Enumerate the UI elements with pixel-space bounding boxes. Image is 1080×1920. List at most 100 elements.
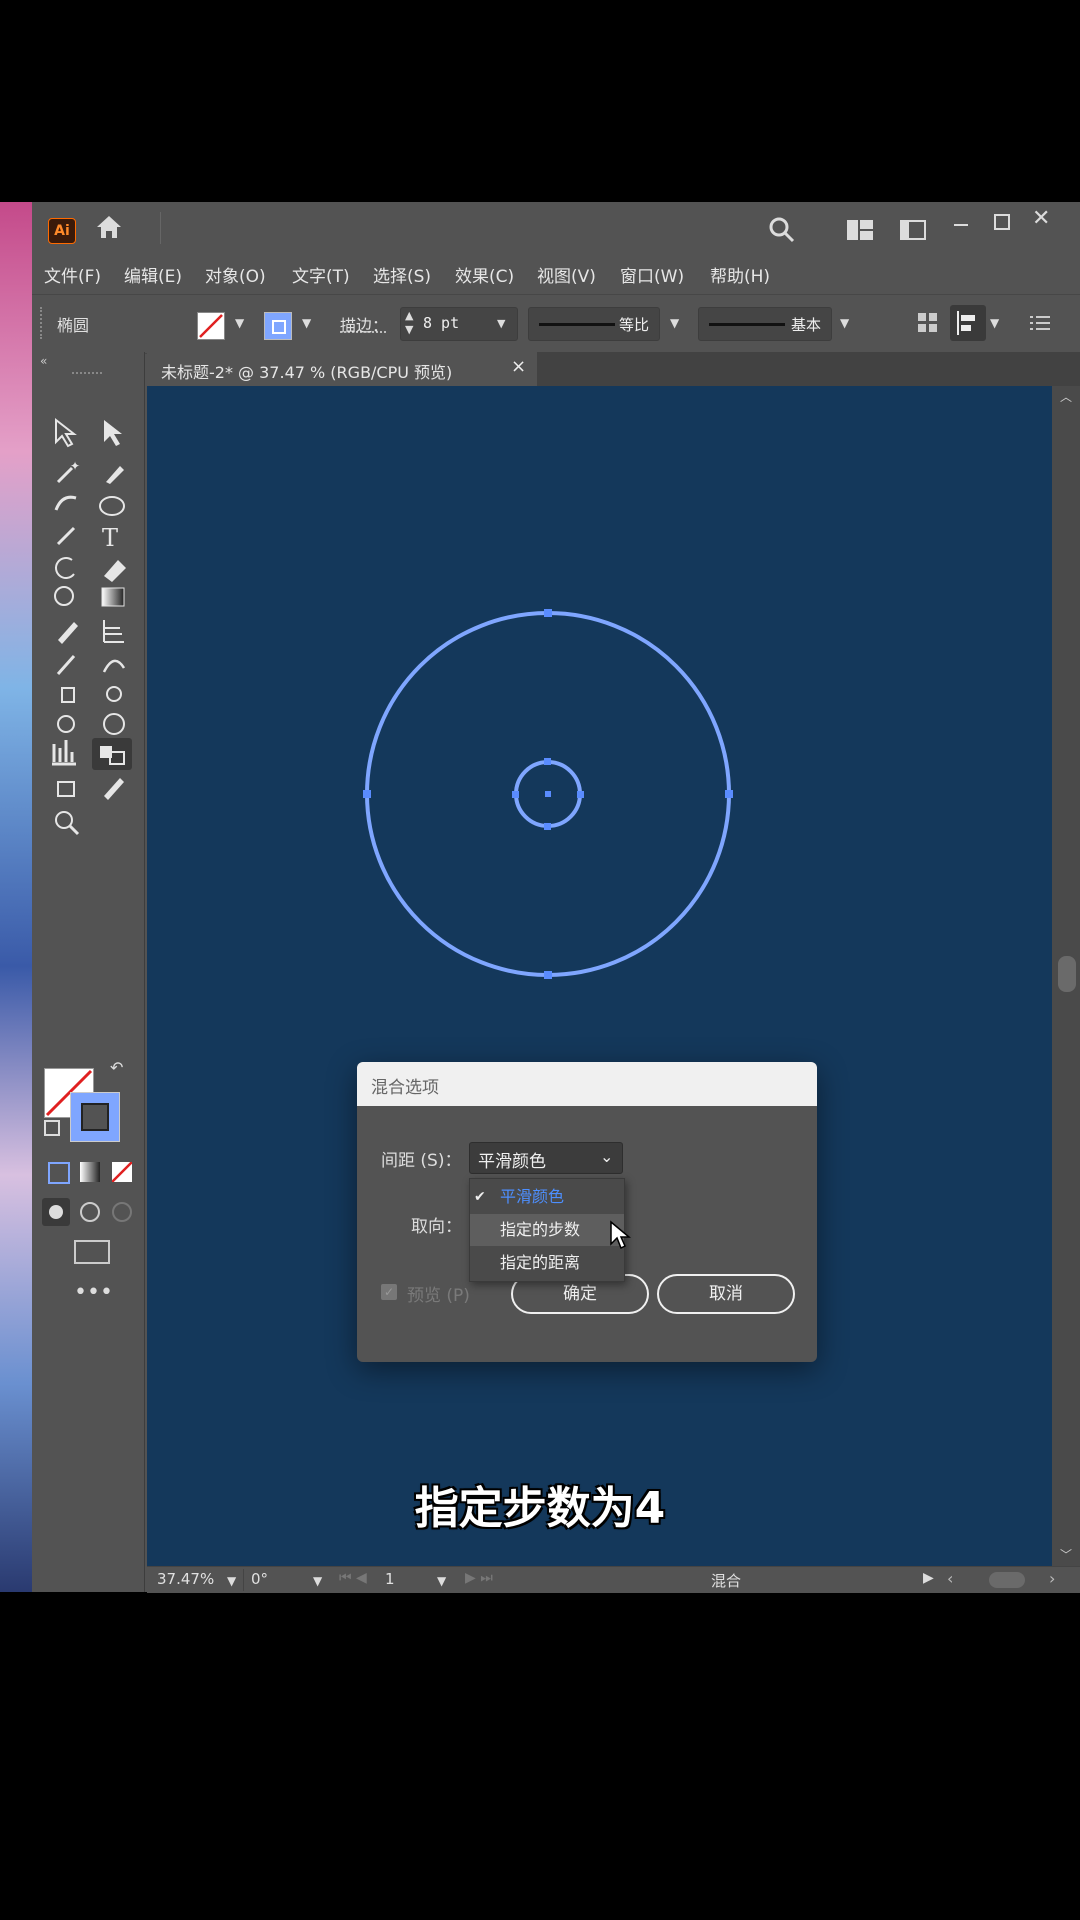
dialog-title: 混合选项 bbox=[371, 1078, 439, 1098]
chevron-down-icon[interactable]: ▼ bbox=[840, 316, 849, 330]
scroll-left-icon[interactable]: ‹ bbox=[947, 1569, 953, 1588]
zoom-level[interactable]: 37.47% bbox=[157, 1570, 214, 1588]
preview-checkbox[interactable]: ✓ bbox=[381, 1284, 397, 1300]
document-tab-bar: 未标题-2* @ 37.47 % (RGB/CPU 预览) × bbox=[147, 352, 1080, 386]
menu-object[interactable]: 对象(O) bbox=[205, 262, 266, 287]
option-label: 指定的距离 bbox=[500, 1253, 581, 1272]
grip-handle[interactable] bbox=[72, 372, 102, 378]
chevron-down-icon[interactable]: ▼ bbox=[302, 316, 311, 330]
document-tab[interactable]: 未标题-2* @ 37.47 % (RGB/CPU 预览) × bbox=[147, 352, 537, 386]
close-tab-icon[interactable]: × bbox=[511, 356, 526, 377]
status-bar: 37.47% ▼ 0° ▼ ⏮ ◀ 1 ▼ ▶ ⏭ 混合 ▶ ‹ › bbox=[147, 1566, 1080, 1593]
current-tool-name: 混合 bbox=[711, 1572, 742, 1590]
chevron-down-icon[interactable]: ▼ bbox=[670, 316, 679, 330]
cancel-button[interactable]: 取消 bbox=[657, 1274, 795, 1314]
menu-help[interactable]: 帮助(H) bbox=[710, 262, 770, 287]
artboard-canvas[interactable] bbox=[147, 386, 1052, 1566]
checkmark-icon: ✔ bbox=[474, 1189, 486, 1205]
mouse-cursor-icon bbox=[609, 1220, 632, 1254]
close-icon[interactable]: ✕ bbox=[1032, 206, 1050, 231]
divider bbox=[243, 1569, 244, 1591]
menu-edit[interactable]: 编辑(E) bbox=[124, 262, 182, 287]
chevron-down-icon[interactable]: ⌄ bbox=[600, 1147, 613, 1166]
search-icon[interactable] bbox=[768, 216, 796, 248]
option-smooth-color[interactable]: ✔ 平滑颜色 bbox=[470, 1181, 624, 1213]
svg-text:T: T bbox=[102, 524, 118, 552]
spacing-label: 间距 (S)： bbox=[381, 1151, 462, 1171]
chevron-down-icon[interactable]: ▼ bbox=[313, 1574, 322, 1588]
profile-label: 等比 bbox=[619, 316, 650, 334]
minimize-icon[interactable] bbox=[954, 224, 968, 226]
rotation-value[interactable]: 0° bbox=[251, 1570, 268, 1588]
spacing-dropdown-menu: ✔ 平滑颜色 指定的步数 指定的距离 bbox=[469, 1178, 625, 1282]
document-tab-title: 未标题-2* @ 37.47 % (RGB/CPU 预览) bbox=[161, 363, 453, 382]
menu-file[interactable]: 文件(F) bbox=[44, 262, 101, 287]
default-colors-icon[interactable] bbox=[44, 1120, 60, 1136]
grip-handle[interactable] bbox=[40, 307, 45, 339]
last-artboard-icon[interactable]: ▶ ⏭ bbox=[465, 1570, 493, 1586]
workspace-icon[interactable] bbox=[847, 220, 873, 244]
align-panel-icon[interactable] bbox=[950, 305, 986, 341]
menu-list-icon[interactable] bbox=[1030, 315, 1050, 335]
spacing-select[interactable]: 平滑颜色 ⌄ bbox=[469, 1142, 623, 1174]
brush-definition[interactable]: 基本 bbox=[698, 307, 832, 341]
control-bar: 椭圆 ▼ ▼ 描边： ▲ ▼ 8 pt ▼ 等比 ▼ 基本 ▼ ▼ bbox=[32, 294, 1080, 354]
chevron-down-icon[interactable]: ▼ bbox=[990, 316, 999, 330]
orientation-label: 取向： bbox=[411, 1217, 462, 1237]
option-label: 平滑颜色 bbox=[500, 1187, 565, 1206]
option-label: 指定的步数 bbox=[500, 1220, 581, 1239]
blend-options-dialog: 混合选项 间距 (S)： 平滑颜色 ⌄ 取向： ✓ 预览 (P) 确定 取消 ✔… bbox=[357, 1062, 817, 1362]
draw-behind-icon[interactable] bbox=[80, 1202, 100, 1222]
menu-effect[interactable]: 效果(C) bbox=[455, 262, 514, 287]
collapse-icon[interactable]: « bbox=[40, 354, 47, 368]
horizontal-scroll-thumb[interactable] bbox=[989, 1572, 1025, 1588]
variable-width-profile[interactable]: 等比 bbox=[528, 307, 660, 341]
scroll-down-icon[interactable]: ﹀ bbox=[1060, 1546, 1072, 1563]
scroll-right-icon[interactable]: › bbox=[1049, 1569, 1055, 1588]
chevron-down-icon[interactable]: ▼ bbox=[497, 317, 505, 330]
swap-icon[interactable]: ↶ bbox=[110, 1058, 123, 1077]
maximize-icon[interactable] bbox=[994, 214, 1010, 230]
draw-inside-icon[interactable] bbox=[112, 1202, 132, 1222]
menu-select[interactable]: 选择(S) bbox=[373, 262, 431, 287]
first-artboard-icon[interactable]: ⏮ ◀ bbox=[339, 1570, 367, 1586]
brush-label: 基本 bbox=[791, 316, 822, 334]
divider bbox=[160, 212, 161, 244]
spacing-value: 平滑颜色 bbox=[478, 1152, 546, 1172]
svg-text:✦: ✦ bbox=[70, 459, 80, 473]
color-mode-icon[interactable] bbox=[48, 1162, 70, 1184]
toolbox: « ✦ T ↶ ••• bbox=[32, 352, 145, 1592]
more-tools-icon[interactable]: ••• bbox=[74, 1280, 113, 1305]
illustrator-window: Ai ✕ 文件(F) 编辑(E) 对象(O) 文字(T) 选择(S) 效果(C)… bbox=[32, 202, 1080, 1593]
vertical-scrollbar[interactable]: ︿ ﹀ bbox=[1052, 386, 1080, 1566]
stroke-weight-field[interactable]: ▲ ▼ 8 pt ▼ bbox=[400, 307, 518, 341]
none-mode-icon[interactable] bbox=[112, 1162, 132, 1182]
home-icon[interactable] bbox=[94, 212, 124, 248]
menu-type[interactable]: 文字(T) bbox=[292, 262, 350, 287]
option-specified-distance[interactable]: 指定的距离 bbox=[470, 1247, 624, 1279]
menu-view[interactable]: 视图(V) bbox=[537, 262, 596, 287]
stroke-swatch[interactable] bbox=[264, 312, 292, 340]
object-type-label: 椭圆 bbox=[57, 316, 90, 335]
fill-swatch[interactable] bbox=[197, 312, 225, 340]
gradient-mode-icon[interactable] bbox=[80, 1162, 100, 1182]
option-specified-steps[interactable]: 指定的步数 bbox=[470, 1214, 624, 1246]
stroke-color-box[interactable] bbox=[70, 1092, 120, 1142]
chevron-down-icon[interactable]: ▼ bbox=[437, 1574, 446, 1588]
status-menu-icon[interactable]: ▶ bbox=[923, 1570, 934, 1586]
artboard-number[interactable]: 1 bbox=[385, 1570, 395, 1588]
dialog-header[interactable]: 混合选项 bbox=[357, 1062, 817, 1106]
scroll-up-icon[interactable]: ︿ bbox=[1060, 388, 1072, 405]
align-grid-icon[interactable] bbox=[918, 313, 938, 337]
background-artwork bbox=[0, 202, 32, 1592]
tool-icons[interactable]: ✦ T bbox=[32, 382, 144, 982]
panel-icon[interactable] bbox=[900, 220, 926, 244]
stepper-icon[interactable]: ▲ ▼ bbox=[405, 309, 413, 337]
draw-normal-icon[interactable] bbox=[42, 1198, 70, 1226]
screen-mode-icon[interactable] bbox=[74, 1240, 110, 1264]
scroll-thumb[interactable] bbox=[1058, 956, 1076, 992]
ai-logo: Ai bbox=[48, 218, 76, 244]
chevron-down-icon[interactable]: ▼ bbox=[235, 316, 244, 330]
chevron-down-icon[interactable]: ▼ bbox=[227, 1574, 236, 1588]
menu-window[interactable]: 窗口(W) bbox=[620, 262, 684, 287]
